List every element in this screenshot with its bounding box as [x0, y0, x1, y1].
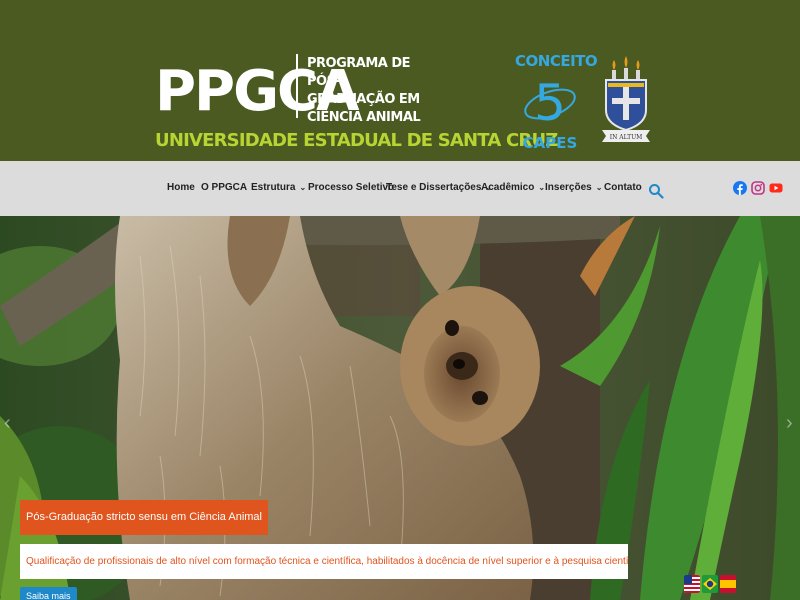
logo-program-name[interactable]: PROGRAMA DE PÓS-GRADUAÇÃO EM CIÊNCIA ANI…	[307, 55, 427, 127]
chevron-down-icon: ⌄	[299, 183, 307, 192]
nav-item-home[interactable]: Home	[167, 182, 195, 193]
slide-caption-title: Pós-Graduação stricto sensu em Ciência A…	[20, 500, 268, 535]
spain-flag-icon[interactable]	[720, 575, 736, 593]
nav-item-contato[interactable]: Contato	[604, 182, 642, 193]
main-navigation: Home O PPGCA Estrutura ⌄ Processo Seletiv…	[0, 161, 800, 216]
nav-item-insercoes[interactable]: Inserções ⌄	[545, 182, 602, 193]
nav-item-estrutura[interactable]: Estrutura ⌄	[251, 182, 306, 193]
facebook-icon[interactable]	[733, 181, 747, 195]
nav-item-o-ppgca[interactable]: O PPGCA	[201, 182, 247, 193]
capes-label: CAPES	[522, 134, 578, 152]
capes-grade-number: 5	[534, 74, 566, 132]
capes-badge: CONCEITO 5 CAPES	[515, 52, 598, 156]
nav-label: Acadêmico	[481, 182, 535, 193]
logo-divider	[296, 54, 298, 118]
nav-label: Estrutura	[251, 182, 296, 193]
nav-label: Processo Seletivo	[308, 182, 395, 193]
chevron-down-icon: ⌄	[595, 183, 603, 192]
hero-slider: ‹ ›	[0, 216, 800, 600]
program-line-3: CIÊNCIA ANIMAL	[307, 110, 421, 125]
capes-grade: 5	[515, 70, 585, 134]
nav-label: Tese e Dissertações	[386, 182, 482, 193]
nav-label: Home	[167, 182, 195, 193]
nav-item-processo-seletivo[interactable]: Processo Seletivo	[308, 182, 394, 193]
instagram-icon[interactable]	[751, 181, 765, 195]
sloth-photo	[0, 216, 800, 600]
nav-label: O PPGCA	[201, 182, 248, 193]
brazil-flag-icon[interactable]	[702, 575, 718, 593]
search-icon[interactable]	[648, 183, 664, 199]
nav-label: Contato	[604, 182, 642, 193]
slide-caption-text: Qualificação de profissionais de alto ní…	[20, 544, 628, 579]
learn-more-button[interactable]: Saiba mais	[20, 587, 77, 600]
slider-next-arrow[interactable]: ›	[786, 412, 793, 435]
youtube-icon[interactable]	[769, 181, 783, 195]
crest-motto: IN ALTUM	[610, 134, 643, 141]
site-header: PPGCA PROGRAMA DE PÓS-GRADUAÇÃO EM CIÊNC…	[0, 0, 800, 161]
university-name: UNIVERSIDADE ESTADUAL DE SANTA CRUZ	[155, 130, 558, 151]
slider-prev-arrow[interactable]: ‹	[4, 412, 11, 435]
program-line-1: PROGRAMA DE	[307, 56, 411, 71]
nav-item-academico[interactable]: Acadêmico ⌄	[481, 182, 545, 193]
capes-orbit-icon: 5	[524, 74, 576, 132]
capes-concept-label: CONCEITO	[515, 52, 598, 70]
program-line-2: PÓS-GRADUAÇÃO EM	[307, 74, 420, 107]
university-crest-icon: IN ALTUM	[602, 56, 650, 142]
nav-item-teses-dissertacoes[interactable]: Tese e Dissertações ⌄	[386, 182, 492, 193]
us-flag-icon[interactable]	[684, 575, 700, 593]
nav-label: Inserções	[545, 182, 592, 193]
